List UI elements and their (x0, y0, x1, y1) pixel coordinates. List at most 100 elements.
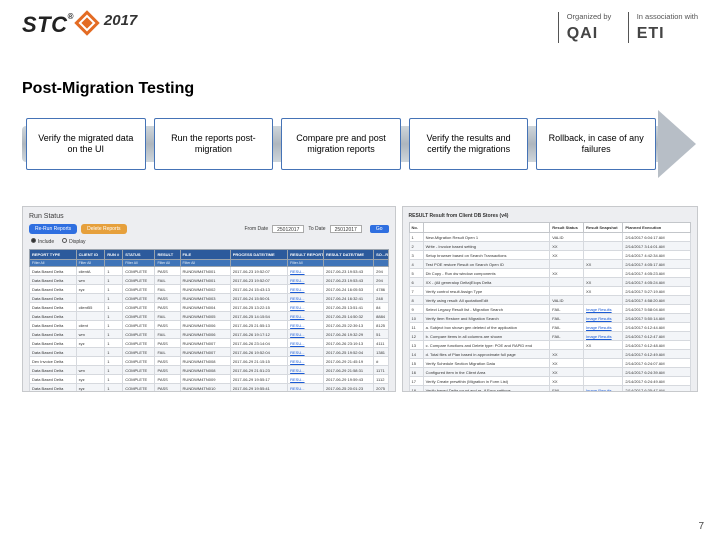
table-row[interactable]: 18Verify based Delta count and re- if Er… (409, 386, 690, 393)
delete-button[interactable]: Delete Reports (81, 224, 126, 234)
table-row[interactable]: Dev Invoice Delta1COMPLETEPASSRUNDWM4TN0… (30, 357, 389, 366)
table-row[interactable]: Data Based Deltaxyz1COMPLETEPASSRUNDWM4T… (30, 375, 389, 384)
table-cell: Db Copy - Run dw window components (423, 269, 550, 278)
table-cell: PASS (155, 321, 180, 330)
table-cell: 1 (105, 330, 123, 339)
table-row[interactable]: 12 b. Compare items in all columns are s… (409, 332, 690, 341)
table-row[interactable]: 3Setup browser based on Search Transacti… (409, 251, 690, 260)
col-filter[interactable] (374, 260, 388, 267)
table-cell: 2017-06-25 21:55:13 (230, 321, 287, 330)
table-row[interactable]: 1New-Migration Result Open 1VALID2/14/20… (409, 233, 690, 242)
col-header[interactable]: PROCESS DATE/TIME (230, 250, 287, 260)
col-header[interactable] (423, 223, 550, 233)
table-row[interactable]: Data Based Deltaxyz1COMPLETEFAILRUNDWM4T… (30, 285, 389, 294)
table-cell (76, 294, 105, 303)
col-header[interactable]: RESULT (155, 250, 180, 260)
table-row[interactable]: 17Verify Create prewithin (Migration in … (409, 377, 690, 386)
col-header[interactable]: STATUS (123, 250, 155, 260)
col-header[interactable]: Planned Execution (623, 223, 691, 233)
radio-display[interactable]: Display (62, 238, 85, 245)
col-header[interactable]: No. (409, 223, 423, 233)
radio-include[interactable]: Include (31, 238, 54, 245)
table-cell: 294 (374, 267, 388, 276)
table-row[interactable]: 6XX - (All generalop Delta)Elops DeltaXX… (409, 278, 690, 287)
col-header[interactable]: Result Snapshot (584, 223, 623, 233)
table-row[interactable]: Data Based Delta1COMPLETEFAILRUNDWM4TN00… (30, 348, 389, 357)
table-cell: 2/14/2017 6:12:44 AM (623, 323, 691, 332)
table-row[interactable]: 7Verify control result Assign TypeXX2/14… (409, 287, 690, 296)
table-row[interactable]: Data Based Deltaclient1COMPLETEPASSRUNDW… (30, 321, 389, 330)
col-filter[interactable]: Filter All (76, 260, 105, 267)
col-filter[interactable] (105, 260, 123, 267)
col-header[interactable]: RUN # (105, 250, 123, 260)
table-cell: Select Legacy Result list - Migration Se… (423, 305, 550, 314)
col-filter[interactable] (323, 260, 373, 267)
table-cell: 1 (105, 366, 123, 375)
rerun-button[interactable]: Re-Run Reports (29, 224, 77, 234)
table-cell: COMPLETE (123, 312, 155, 321)
page-number: 7 (698, 521, 704, 532)
col-filter[interactable]: Filter All (30, 260, 77, 267)
table-cell: 14 (409, 350, 423, 359)
col-filter[interactable]: Filter All (123, 260, 155, 267)
run-status-screenshot: Run Status Re-Run Reports Delete Reports… (22, 206, 396, 392)
table-cell: 1 (105, 375, 123, 384)
col-header[interactable]: CLIENT ID (76, 250, 105, 260)
table-row[interactable]: 5Db Copy - Run dw window componentsXX2/1… (409, 269, 690, 278)
table-row[interactable]: Data Based Delta1COMPLETEPASSRUNDWM4TN00… (30, 294, 389, 303)
table-row[interactable]: Data Based Deltaxyz1COMPLETEPASSRUNDWM4T… (30, 339, 389, 348)
to-date-field[interactable]: 25012017 (330, 225, 362, 233)
table-row[interactable]: 11 a. Subject box shown gen deleted of t… (409, 323, 690, 332)
col-filter[interactable]: Filter All (288, 260, 324, 267)
table-row[interactable]: 8Verify using result: All quotationEditV… (409, 296, 690, 305)
table-cell: Image Results (584, 386, 623, 393)
table-row[interactable]: Data Based Deltawm1COMPLETEFAILRUNDWM4TN… (30, 276, 389, 285)
table-cell: COMPLETE (123, 285, 155, 294)
table-cell: 5 (409, 269, 423, 278)
table-row[interactable]: 2Write - Invoice based settingXX2/14/201… (409, 242, 690, 251)
table-cell (584, 359, 623, 368)
table-row[interactable]: 14 d. Total files of Plan based in appro… (409, 350, 690, 359)
from-date-field[interactable]: 25012017 (272, 225, 304, 233)
table-cell: VALID (550, 296, 584, 305)
table-cell: XX (550, 359, 584, 368)
table-cell (584, 242, 623, 251)
col-filter[interactable]: Filter All (155, 260, 180, 267)
table-row[interactable]: 13 c. Compare functions and Delete type:… (409, 341, 690, 350)
table-row[interactable]: Data Based Delta1COMPLETEFAILRUNDWM4TN00… (30, 312, 389, 321)
table-cell (584, 296, 623, 305)
col-header[interactable]: RESULT DATE/TIME (323, 250, 373, 260)
table-row[interactable]: 15Verify Schedule Section Migration Data… (409, 359, 690, 368)
table-row[interactable]: Data Based Deltaxyz1COMPLETEPASSRUNDWM4T… (30, 384, 389, 393)
go-button[interactable]: Go (370, 225, 389, 233)
table-cell: # (374, 357, 388, 366)
col-header[interactable]: FILE (180, 250, 230, 260)
table-cell: 2/14/2017 6:12:49 AM (623, 350, 691, 359)
table-row[interactable]: 4Test POE restore Result on Search Open … (409, 260, 690, 269)
table-row[interactable]: Data Based Deltawm1COMPLETEPASSRUNDWM4TN… (30, 366, 389, 375)
table-cell: COMPLETE (123, 357, 155, 366)
table-cell: 2/14/2017 6:35:47 AM (623, 386, 691, 393)
col-header[interactable]: Result Status (550, 223, 584, 233)
table-cell: client (76, 321, 105, 330)
table-row[interactable]: 16Configured item in the Client AreaXX2/… (409, 368, 690, 377)
col-header[interactable]: RESULT REPORT (288, 250, 324, 260)
col-filter[interactable]: Filter All (180, 260, 230, 267)
table-cell: 8 (409, 296, 423, 305)
table-row[interactable]: Data Based Deltawm1COMPLETEFAILRUNDWM4TN… (30, 330, 389, 339)
col-header[interactable]: SO...REC (374, 250, 388, 260)
table-cell: PASS (155, 357, 180, 366)
col-filter[interactable] (230, 260, 287, 267)
table-cell: 2017-06-25 13:51:41 (323, 303, 373, 312)
table-row[interactable]: 9Select Legacy Result list - Migration S… (409, 305, 690, 314)
diamond-icon (74, 10, 99, 35)
table-cell: Verify control result Assign Type (423, 287, 550, 296)
table-row[interactable]: Data Based DeltaclientA1COMPLETEPASSRUND… (30, 267, 389, 276)
table-cell: xyz (76, 375, 105, 384)
table-row[interactable]: Data Based Deltaclient551COMPLETEPASSRUN… (30, 303, 389, 312)
brand-text: STC® (22, 12, 74, 38)
table-cell: COMPLETE (123, 348, 155, 357)
table-cell: 1381 (374, 348, 388, 357)
col-header[interactable]: REPORT TYPE (30, 250, 77, 260)
table-row[interactable]: 10Verify Item Restore and Migration Sear… (409, 314, 690, 323)
